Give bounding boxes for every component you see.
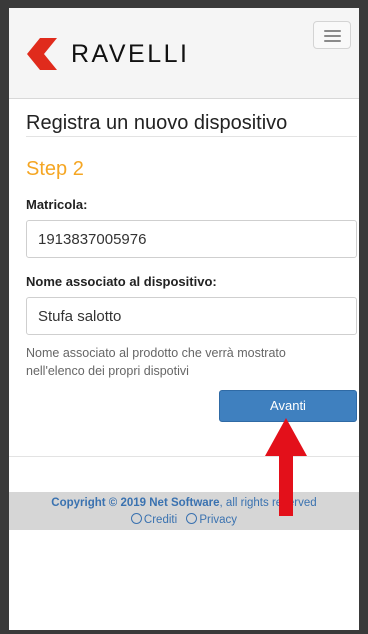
copyright-circle-icon: [186, 513, 198, 524]
device-name-input[interactable]: [26, 297, 357, 335]
hamburger-menu-icon[interactable]: [313, 21, 351, 49]
privacy-link-label: Privacy: [199, 514, 238, 526]
credits-link-label: Crediti: [143, 514, 178, 526]
brand-name: RAVELLI: [71, 39, 190, 68]
device-name-label: Nome associato al dispositivo:: [26, 274, 217, 289]
app-header: RAVELLI: [9, 8, 359, 99]
privacy-link[interactable]: Privacy: [186, 513, 238, 526]
annotation-arrow-icon: [265, 418, 307, 516]
brand-logo[interactable]: RAVELLI: [27, 38, 189, 70]
ravelli-logo-icon: [27, 38, 57, 70]
title-divider: [26, 136, 357, 137]
copyright-owner: Copyright © 2019 Net Software: [51, 497, 220, 509]
serial-input[interactable]: [26, 220, 357, 258]
copyright-circle-icon: [130, 513, 142, 524]
serial-label: Matricola:: [26, 197, 88, 212]
credits-link[interactable]: Crediti: [130, 513, 178, 526]
page-title: Registra un nuovo dispositivo: [26, 112, 288, 134]
device-name-help-text: Nome associato al prodotto che verrà mos…: [26, 346, 286, 378]
step-heading: Step 2: [26, 158, 84, 180]
